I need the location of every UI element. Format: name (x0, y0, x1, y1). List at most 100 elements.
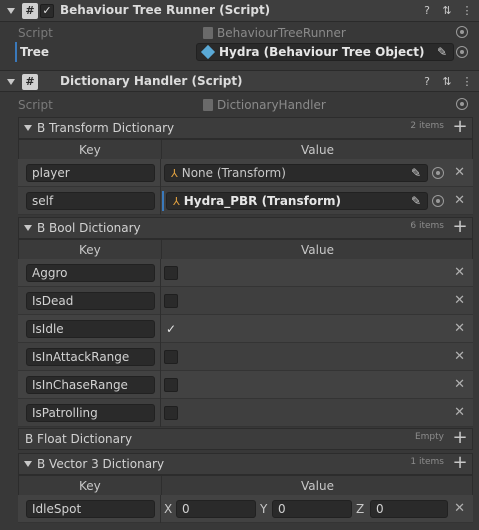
dictionary-title: B Bool Dictionary (37, 221, 141, 235)
table-row: IdleSpot X 0 Y 0 Z 0 ✕ (18, 495, 473, 523)
kebab-menu-icon[interactable]: ⋮ (460, 4, 474, 18)
script-hash-icon: # (22, 3, 38, 19)
object-picker-icon[interactable] (456, 46, 468, 58)
transform-axes-icon: ⅄ (171, 166, 178, 180)
transform-object-field[interactable]: ⅄ None (Transform) ✎ (164, 164, 428, 182)
bool-value-checkbox[interactable]: ✓ (164, 322, 178, 336)
key-column-header: Key (79, 143, 101, 157)
dictionary-title: B Float Dictionary (25, 432, 133, 446)
key-column-header: Key (79, 479, 101, 493)
key-field[interactable]: IsIdle (26, 320, 155, 338)
x-field[interactable]: 0 (176, 500, 256, 518)
bool-value-checkbox[interactable] (164, 350, 178, 364)
table-row: IsDead ✕ (18, 287, 473, 315)
transform-dictionary-header[interactable]: B Transform Dictionary 2 items + (18, 117, 473, 139)
tree-object-value: Hydra (Behaviour Tree Object) (219, 45, 425, 59)
kebab-menu-icon[interactable]: ⋮ (460, 75, 474, 89)
tree-object-field[interactable]: Hydra (Behaviour Tree Object) ✎ (196, 43, 454, 61)
transform-axes-icon: ⅄ (173, 194, 180, 208)
foldout-arrow-icon[interactable] (23, 459, 33, 469)
script-field: BehaviourTreeRunner (196, 24, 454, 42)
handler-component-header[interactable]: # Dictionary Handler (Script) ? ⇅ ⋮ (0, 70, 479, 92)
bool-value-checkbox[interactable] (164, 406, 178, 420)
script-field-value: BehaviourTreeRunner (217, 26, 346, 40)
table-row: player ⅄ None (Transform) ✎ ✕ (18, 159, 473, 187)
bool-value-checkbox[interactable] (164, 294, 178, 308)
value-column-header: Value (301, 143, 334, 157)
edit-pencil-icon[interactable]: ✎ (411, 166, 421, 180)
key-field[interactable]: IsDead (26, 292, 155, 310)
z-field[interactable]: 0 (370, 500, 448, 518)
key-field[interactable]: player (26, 164, 155, 182)
close-icon[interactable]: ✕ (454, 193, 465, 208)
bool-value-checkbox[interactable] (164, 266, 178, 280)
y-field[interactable]: 0 (272, 500, 352, 518)
check-icon: ✓ (165, 322, 177, 336)
sliders-icon[interactable]: ⇅ (440, 75, 454, 89)
script-label: Script (18, 26, 53, 40)
item-count: Empty (414, 432, 444, 442)
add-entry-button[interactable]: + (452, 454, 468, 472)
close-icon[interactable]: ✕ (454, 265, 465, 280)
close-icon[interactable]: ✕ (454, 321, 465, 336)
transform-object-field[interactable]: ⅄ Hydra_PBR (Transform) ✎ (166, 192, 428, 210)
prefab-override-bar (15, 42, 17, 62)
object-picker-icon[interactable] (456, 26, 468, 38)
y-label: Y (260, 502, 268, 516)
edit-pencil-icon[interactable]: ✎ (411, 194, 421, 208)
table-row: Aggro ✕ (18, 259, 473, 287)
close-icon[interactable]: ✕ (454, 501, 465, 516)
value-column-header: Value (301, 243, 334, 257)
object-picker-icon[interactable] (432, 167, 444, 179)
key-field[interactable]: IsInChaseRange (26, 376, 155, 394)
key-field[interactable]: self (26, 192, 155, 210)
foldout-arrow-icon[interactable] (6, 77, 16, 87)
object-picker-icon[interactable] (456, 98, 468, 110)
bool-dictionary-header[interactable]: B Bool Dictionary 6 items + (18, 217, 473, 239)
foldout-arrow-icon[interactable] (23, 223, 33, 233)
close-icon[interactable]: ✕ (454, 405, 465, 420)
table-header-row: Key Value (18, 475, 473, 497)
item-count: 1 items (410, 457, 444, 467)
add-entry-button[interactable]: + (452, 218, 468, 236)
close-icon[interactable]: ✕ (454, 349, 465, 364)
key-field[interactable]: IsPatrolling (26, 404, 155, 422)
key-column-header: Key (79, 243, 101, 257)
vector3-dictionary-header[interactable]: B Vector 3 Dictionary 1 items + (18, 453, 473, 475)
foldout-arrow-icon[interactable] (23, 123, 33, 133)
script-file-icon (203, 99, 213, 111)
close-icon[interactable]: ✕ (454, 165, 465, 180)
script-label: Script (18, 98, 53, 112)
add-entry-button[interactable]: + (452, 118, 468, 136)
help-icon[interactable]: ? (420, 4, 434, 18)
close-icon[interactable]: ✕ (454, 377, 465, 392)
x-label: X (164, 502, 173, 516)
sliders-icon[interactable]: ⇅ (440, 4, 454, 18)
help-icon[interactable]: ? (420, 75, 434, 89)
script-field: DictionaryHandler (196, 96, 454, 114)
edit-pencil-icon[interactable]: ✎ (437, 45, 447, 59)
key-field[interactable]: Aggro (26, 264, 155, 282)
dictionary-title: B Vector 3 Dictionary (37, 457, 165, 471)
runner-component-header[interactable]: # ✓ Behaviour Tree Runner (Script) ? ⇅ ⋮ (0, 0, 479, 22)
object-picker-icon[interactable] (432, 195, 444, 207)
float-dictionary-header[interactable]: B Float Dictionary Empty + (18, 428, 473, 450)
component-title: Dictionary Handler (Script) (60, 74, 243, 88)
close-icon[interactable]: ✕ (454, 293, 465, 308)
foldout-arrow-icon[interactable] (6, 6, 16, 16)
add-entry-button[interactable]: + (452, 429, 468, 447)
component-enabled-checkbox[interactable]: ✓ (40, 4, 54, 18)
table-row: IsPatrolling ✕ (18, 399, 473, 427)
transform-value: Hydra_PBR (Transform) (183, 194, 341, 208)
key-field[interactable]: IdleSpot (26, 500, 155, 518)
key-field[interactable]: IsInAttackRange (26, 348, 155, 366)
prefab-override-bar (162, 191, 164, 211)
z-label: Z (356, 502, 365, 516)
table-row: IsIdle ✓ ✕ (18, 315, 473, 343)
item-count: 6 items (410, 221, 444, 231)
table-row: IsInAttackRange ✕ (18, 343, 473, 371)
tree-label: Tree (20, 45, 50, 59)
item-count: 2 items (410, 121, 444, 131)
bool-value-checkbox[interactable] (164, 378, 178, 392)
table-header-row: Key Value (18, 139, 473, 161)
